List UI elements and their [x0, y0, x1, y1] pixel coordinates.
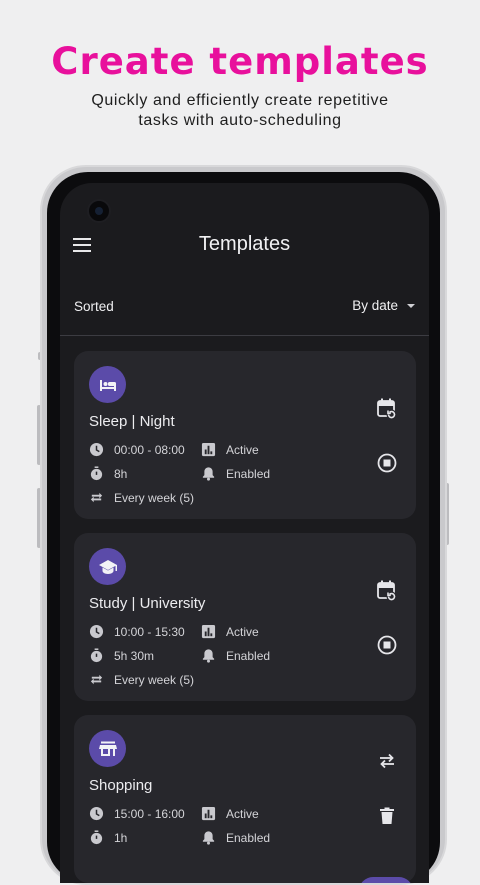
bar-chart-icon — [201, 806, 216, 821]
template-duration: 5h 30m — [114, 648, 155, 663]
timer-icon — [90, 466, 103, 481]
sort-label: Sorted — [74, 299, 114, 314]
promo-subtitle-line-2: tasks with auto-scheduling — [138, 112, 342, 129]
template-notifications: Enabled — [226, 466, 271, 481]
template-time: 10:00 - 15:30 — [114, 624, 185, 639]
calendar-sync-icon[interactable] — [375, 397, 399, 421]
clock-icon — [89, 442, 104, 457]
notification-row: Enabled — [201, 466, 270, 481]
clock-icon — [89, 624, 104, 639]
timer-icon — [90, 830, 103, 845]
bar-chart-icon — [201, 442, 216, 457]
school-icon — [89, 548, 126, 585]
bell-icon — [202, 831, 215, 845]
duration-row: 5h 30m — [89, 648, 154, 663]
template-notifications: Enabled — [226, 830, 271, 845]
add-template-button[interactable] — [359, 877, 413, 883]
template-time: 15:00 - 16:00 — [114, 806, 185, 821]
repeat-icon — [90, 674, 103, 685]
status-row: Active — [201, 442, 259, 457]
template-card-sleep[interactable]: Sleep | Night 00:00 - 08:00 Active 8h En… — [74, 351, 416, 519]
phone-bezel: Templates Sorted By date Sleep | Night 0… — [47, 172, 440, 883]
template-repeat: Every week (5) — [114, 672, 195, 687]
repeat-row: Every week (5) — [89, 672, 194, 687]
divider — [60, 335, 429, 336]
promo-subtitle-line-1: Quickly and efficiently create repetitiv… — [91, 92, 389, 109]
app-screen: Templates Sorted By date Sleep | Night 0… — [60, 183, 429, 883]
timer-icon — [90, 648, 103, 663]
bed-icon — [89, 366, 126, 403]
status-row: Active — [201, 624, 259, 639]
repeat-icon — [90, 492, 103, 503]
template-title: Study | University — [89, 595, 206, 612]
duration-row: 8h — [89, 466, 127, 481]
stop-circle-icon[interactable] — [375, 633, 399, 657]
template-repeat: Every week (5) — [114, 490, 195, 505]
store-icon — [89, 730, 126, 767]
template-status: Active — [226, 624, 259, 639]
notification-row: Enabled — [201, 830, 270, 845]
repeat-row: Every week (5) — [89, 490, 194, 505]
promo-title: Create templates — [51, 40, 429, 83]
promo-subtitle: Quickly and efficiently create repetitiv… — [0, 91, 480, 131]
time-row: 10:00 - 15:30 — [89, 624, 185, 639]
front-camera — [87, 199, 111, 223]
template-title: Sleep | Night — [89, 413, 175, 430]
template-card-study[interactable]: Study | University 10:00 - 15:30 Active … — [74, 533, 416, 701]
status-row: Active — [201, 806, 259, 821]
template-duration: 8h — [114, 466, 128, 481]
calendar-sync-icon[interactable] — [375, 579, 399, 603]
bell-icon — [202, 467, 215, 481]
swap-icon[interactable] — [375, 749, 399, 773]
bar-chart-icon — [201, 624, 216, 639]
clock-icon — [89, 806, 104, 821]
bell-icon — [202, 649, 215, 663]
notification-row: Enabled — [201, 648, 270, 663]
delete-icon[interactable] — [375, 804, 399, 828]
sort-value: By date — [352, 298, 398, 313]
template-card-shopping[interactable]: Shopping 15:00 - 16:00 Active 1h Enabled — [74, 715, 416, 883]
template-title: Shopping — [89, 777, 153, 794]
page-title: Templates — [198, 233, 291, 255]
stop-circle-icon[interactable] — [375, 451, 399, 475]
template-status: Active — [226, 806, 259, 821]
duration-row: 1h — [89, 830, 127, 845]
phone-frame: Templates Sorted By date Sleep | Night 0… — [40, 165, 447, 885]
template-status: Active — [226, 442, 259, 457]
sort-dropdown[interactable]: By date — [352, 298, 415, 313]
time-row: 00:00 - 08:00 — [89, 442, 185, 457]
chevron-down-icon — [407, 303, 415, 308]
template-duration: 1h — [114, 830, 128, 845]
template-time: 00:00 - 08:00 — [114, 442, 185, 457]
time-row: 15:00 - 16:00 — [89, 806, 185, 821]
template-notifications: Enabled — [226, 648, 271, 663]
